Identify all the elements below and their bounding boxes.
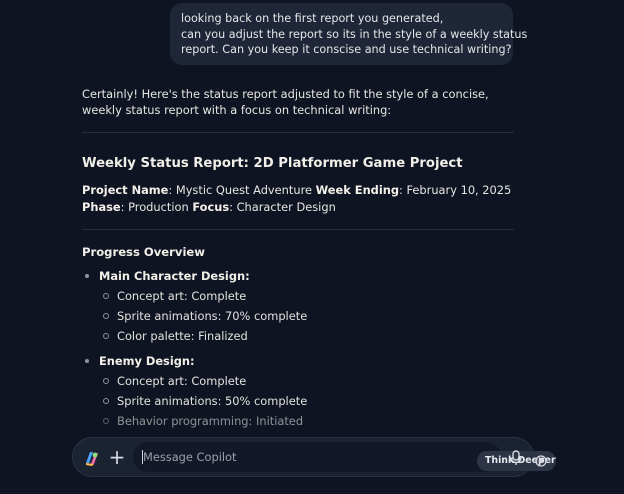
plus-icon[interactable]: + xyxy=(107,446,127,468)
user-message-line: can you adjust the report so its in the … xyxy=(181,27,528,41)
item-text: Color palette: Finalized xyxy=(117,329,248,343)
project-name-value: : Mystic Quest Adventure xyxy=(168,183,316,197)
bullet-icon xyxy=(103,398,109,404)
divider xyxy=(82,229,514,230)
focus-value: : Character Design xyxy=(229,200,336,214)
focus-label: Focus xyxy=(192,200,230,214)
message-composer: + Think Deeper xyxy=(72,437,556,477)
user-message-line: looking back on the first report you gen… xyxy=(181,12,444,25)
phase-value: : Production xyxy=(120,200,193,214)
phase-label: Phase xyxy=(82,200,121,214)
think-deeper-icon xyxy=(535,455,547,467)
message-input-container[interactable]: Think Deeper xyxy=(133,442,556,472)
item-text: Concept art: Complete xyxy=(117,374,247,388)
section-heading: Progress Overview xyxy=(82,245,205,259)
list-item: Behavior programming: Initiated xyxy=(103,414,304,428)
week-ending-label: Week Ending xyxy=(315,183,400,197)
list-item: Sprite animations: 70% complete xyxy=(103,309,308,323)
bullet-icon xyxy=(103,333,109,339)
bullet-icon xyxy=(103,313,109,319)
list-item: Concept art: Complete xyxy=(103,289,247,303)
report-meta: Project Name: Mystic Quest Adventure Wee… xyxy=(82,182,514,216)
item-text: Sprite animations: 70% complete xyxy=(117,309,308,323)
bullet-icon xyxy=(85,274,89,278)
user-message-line: report. Can you keep it conscise and use… xyxy=(181,43,512,56)
project-name-label: Project Name xyxy=(82,183,169,197)
week-ending-value: : February 10, 2025 xyxy=(399,183,512,197)
list-item: Color palette: Finalized xyxy=(103,329,248,343)
bullet-icon xyxy=(103,293,109,299)
copilot-logo-icon[interactable] xyxy=(83,449,101,467)
response-intro: Certainly! Here's the status report adju… xyxy=(82,87,489,117)
message-input[interactable] xyxy=(143,447,403,467)
group-title: Main Character Design: xyxy=(99,269,250,283)
microphone-icon[interactable] xyxy=(509,450,523,466)
bullet-icon xyxy=(85,359,89,363)
report-title: Weekly Status Report: 2D Platformer Game… xyxy=(82,156,463,171)
list-item: Concept art: Complete xyxy=(103,374,247,388)
item-text: Concept art: Complete xyxy=(117,289,247,303)
item-text: Sprite animations: 50% complete xyxy=(117,394,308,408)
list-item: Sprite animations: 50% complete xyxy=(103,394,308,408)
user-message-bubble: looking back on the first report you gen… xyxy=(170,3,528,65)
list-item-enemy-design: Enemy Design: xyxy=(85,354,195,368)
bullet-icon xyxy=(103,418,109,424)
list-item-main-character: Main Character Design: xyxy=(85,269,250,283)
group-title: Enemy Design: xyxy=(99,354,195,368)
bullet-icon xyxy=(103,378,109,384)
item-text: Behavior programming: Initiated xyxy=(117,414,304,428)
divider xyxy=(82,132,514,133)
